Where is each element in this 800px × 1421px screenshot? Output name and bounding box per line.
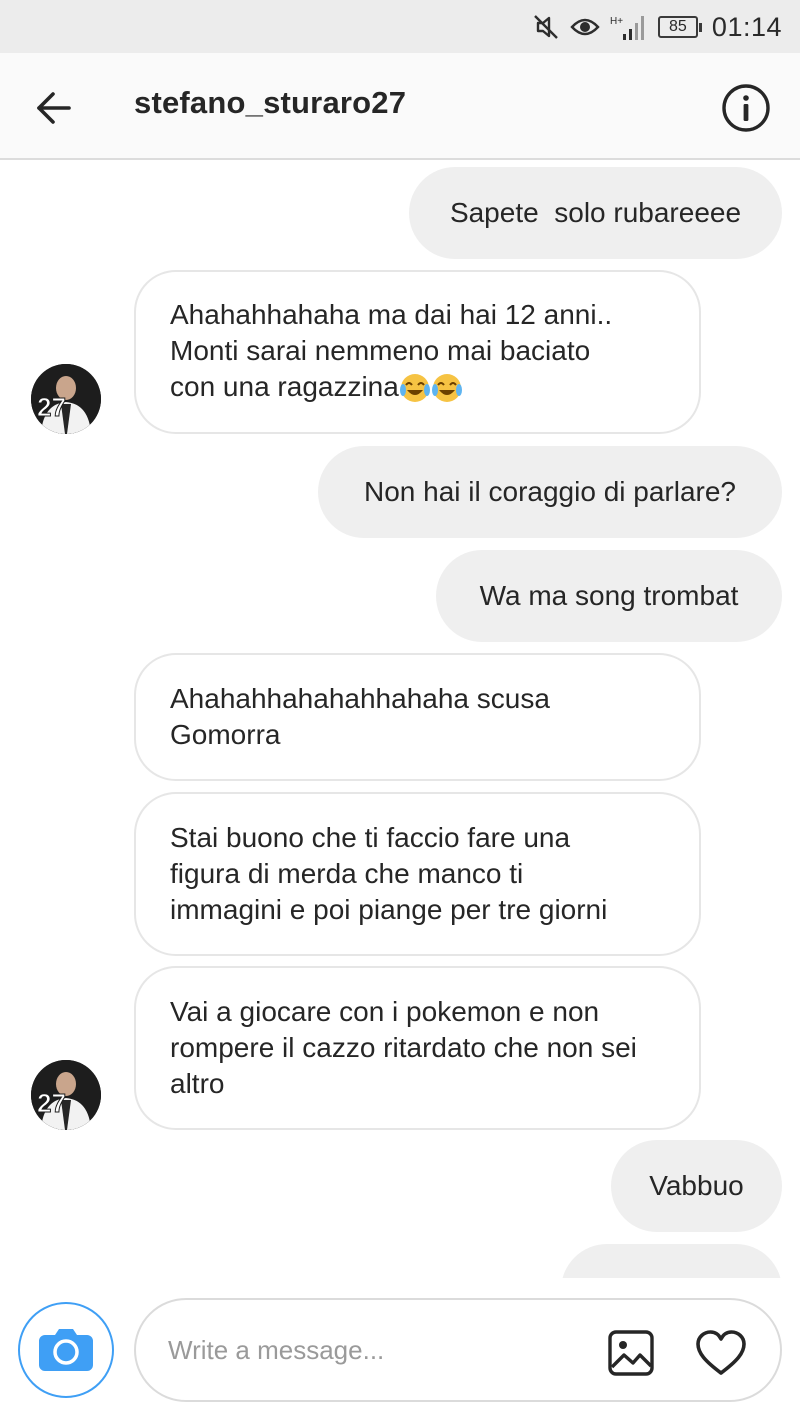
conversation-title[interactable]: stefano_sturaro27: [134, 85, 406, 121]
incoming-message[interactable]: Ahahahhahahahhahaha scusa Gomorra: [134, 653, 701, 781]
user-avatar-image: 27: [31, 364, 101, 434]
info-icon: [722, 84, 770, 132]
signal-icon: H+: [610, 12, 648, 42]
outgoing-message[interactable]: Wa ma song trombat: [436, 550, 782, 642]
status-time: 01:14: [711, 11, 782, 42]
outgoing-message[interactable]: Sapete solo rubareeee: [409, 167, 782, 259]
svg-text:27: 27: [37, 392, 66, 422]
outgoing-message[interactable]: Vabbuo: [611, 1140, 782, 1232]
gallery-icon: [608, 1330, 654, 1376]
back-button[interactable]: [28, 83, 78, 133]
message-text: Non hai il coraggio di parlare?: [364, 476, 736, 507]
network-label: H+: [610, 16, 623, 27]
svg-text:27: 27: [37, 1088, 66, 1118]
incoming-message[interactable]: Stai buono che ti faccio fare una figura…: [134, 792, 701, 956]
battery-level: 85: [657, 16, 698, 38]
heart-icon: [696, 1330, 746, 1375]
message-text: Sapete solo rubareeee: [449, 197, 742, 228]
incoming-message[interactable]: Vai a giocare con i pokemon e non romper…: [134, 966, 701, 1130]
eye-icon: [570, 15, 600, 39]
avatar[interactable]: 27: [31, 364, 101, 434]
outgoing-message-partial[interactable]: [561, 1244, 782, 1278]
conversation-header: stefano_sturaro27: [0, 53, 800, 160]
arrow-left-icon: [37, 92, 71, 124]
message-text: Vai a giocare con i pokemon e non romper…: [170, 996, 637, 1099]
message-text: Stai buono che ti faccio fare una figura…: [170, 822, 608, 925]
gallery-button[interactable]: [606, 1328, 656, 1378]
camera-icon: [39, 1329, 93, 1371]
status-bar: H+ 85 01:14: [0, 0, 800, 53]
message-text: Vabbuo: [649, 1170, 744, 1201]
tears-of-joy-emoji: [399, 371, 463, 407]
status-icons: H+ 85 01:14: [532, 10, 782, 44]
message-text: Ahahahhahaha ma dai hai 12 anni.. Monti …: [170, 297, 612, 407]
camera-button[interactable]: [18, 1302, 114, 1398]
battery-indicator: 85: [657, 16, 702, 38]
incoming-message[interactable]: Ahahahhahaha ma dai hai 12 anni.. Monti …: [134, 270, 701, 434]
battery-tip: [698, 22, 702, 32]
message-input-box: [134, 1298, 782, 1402]
avatar[interactable]: 27: [31, 1060, 101, 1130]
user-avatar-image: 27: [31, 1060, 101, 1130]
message-text: Wa ma song trombat: [479, 580, 739, 611]
info-button[interactable]: [720, 82, 772, 134]
like-button[interactable]: [694, 1326, 748, 1380]
message-input[interactable]: [168, 1328, 568, 1372]
camera-button-inner: [25, 1309, 107, 1391]
message-thread[interactable]: Sapete solo rubareeee Ahahahhahaha ma da…: [0, 160, 800, 1278]
outgoing-message[interactable]: Non hai il coraggio di parlare?: [318, 446, 782, 538]
mute-icon: [532, 13, 560, 41]
message-text: Ahahahhahahahhahaha scusa Gomorra: [170, 683, 550, 750]
message-composer: [0, 1278, 800, 1421]
